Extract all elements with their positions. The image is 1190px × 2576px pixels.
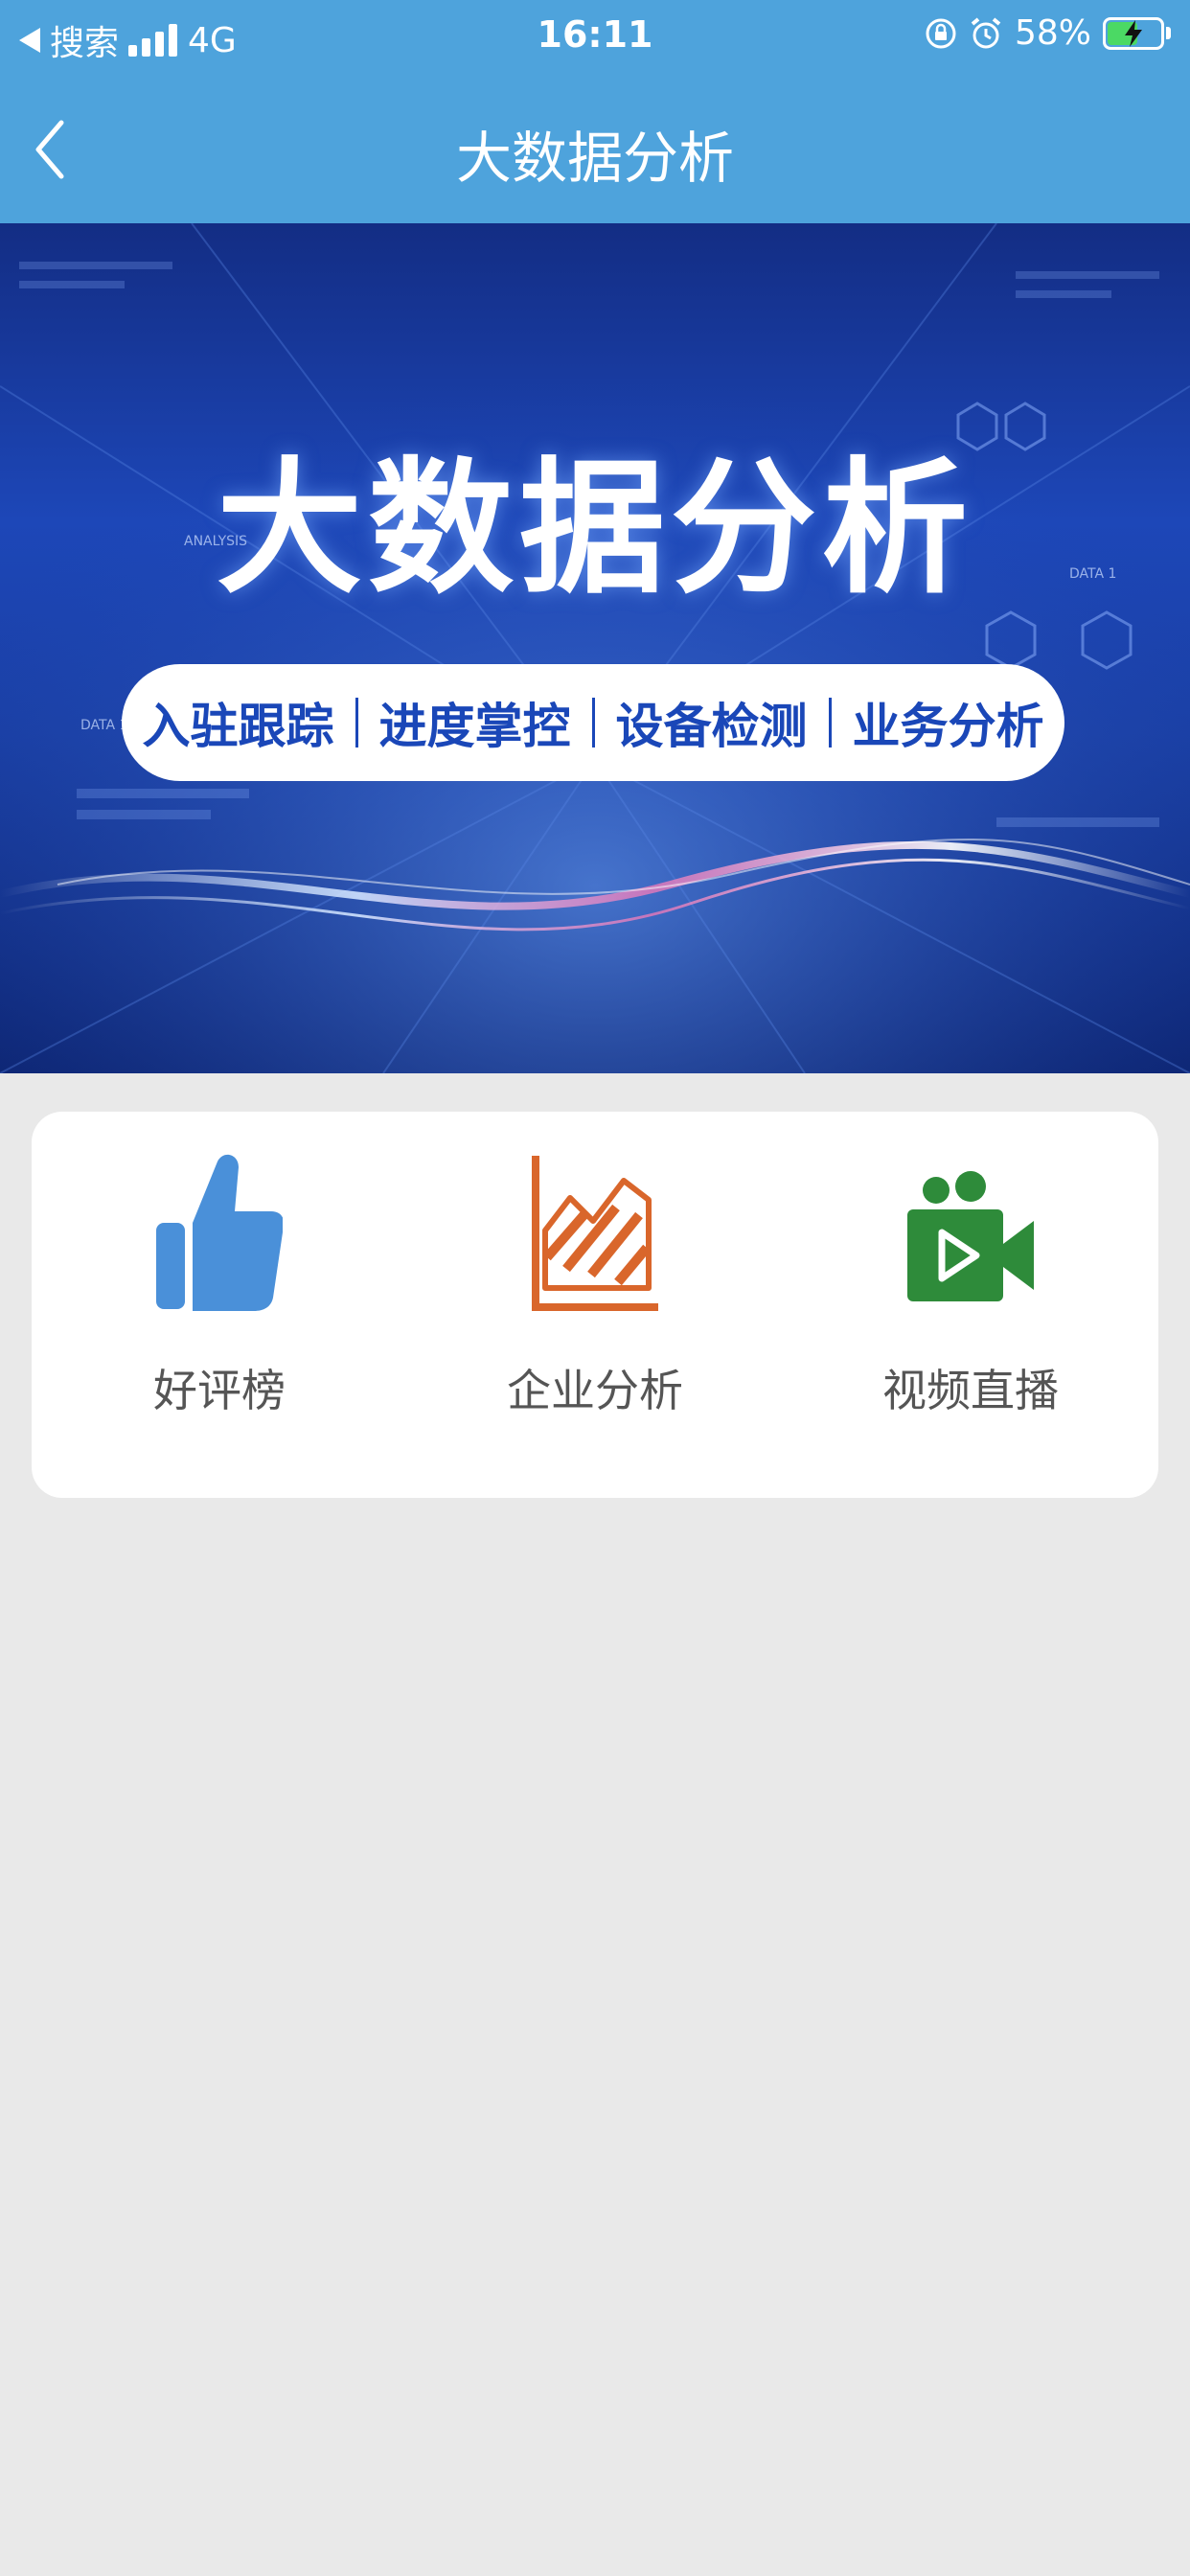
tile-live-video[interactable]: 视频直播	[783, 1150, 1158, 1438]
deco-label-data-1: DATA 1	[80, 718, 127, 733]
video-camera-icon	[907, 1171, 1034, 1301]
tag-divider	[591, 698, 595, 748]
tile-good-reviews[interactable]: 好评榜	[32, 1150, 407, 1438]
feature-card: 好评榜 企业分析 视频直播	[32, 1112, 1158, 1498]
banner-title: 大数据分析	[217, 444, 973, 613]
banner-tag: 入驻跟踪	[142, 699, 334, 754]
orientation-lock-icon	[926, 18, 956, 48]
battery-cap	[1166, 27, 1171, 39]
banner-tag: 进度掌控	[378, 699, 571, 754]
tile-enterprise-analysis[interactable]: 企业分析	[407, 1150, 783, 1438]
tile-label: 好评榜	[153, 1365, 286, 1416]
alarm-icon	[971, 16, 1001, 48]
area-chart-icon	[532, 1156, 658, 1311]
banner-tags: 入驻跟踪 进度掌控 设备检测 业务分析	[122, 664, 1064, 781]
banner-background-art: ANALYSIS DATA 1 DATA 1	[0, 223, 1190, 1073]
banner-tag: 业务分析	[852, 699, 1044, 754]
battery-charging-icon	[1103, 16, 1164, 50]
navbar: 大数据分析	[0, 75, 1190, 223]
status-right: 58%	[925, 13, 1171, 53]
page-title: 大数据分析	[455, 126, 734, 191]
tag-divider	[355, 698, 358, 748]
tile-label: 视频直播	[882, 1365, 1059, 1416]
thumbs-up-icon	[156, 1154, 283, 1311]
battery-percent: 58%	[1014, 13, 1091, 53]
banner-tag: 设备检测	[615, 699, 808, 754]
tile-label: 企业分析	[507, 1365, 683, 1416]
charging-bolt-icon	[1125, 19, 1142, 47]
tag-divider	[828, 698, 832, 748]
banner[interactable]: ANALYSIS DATA 1 DATA 1 大数据分析 入驻跟踪 进度掌控 设…	[0, 223, 1190, 1073]
status-bar: 搜索 4G 16:11 58%	[0, 0, 1190, 75]
top-bar: 搜索 4G 16:11 58% 大数据分析	[0, 0, 1190, 223]
